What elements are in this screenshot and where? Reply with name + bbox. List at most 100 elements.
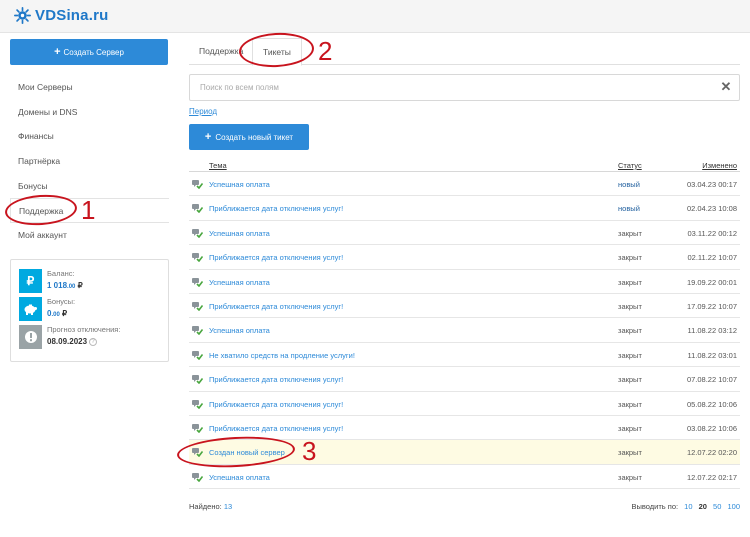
warning-icon <box>19 325 42 349</box>
ticket-changed-date: 02.04.23 10:08 <box>686 204 737 214</box>
table-header: Тема Статус Изменено <box>189 158 740 172</box>
help-icon[interactable]: ? <box>89 337 98 346</box>
balance-cents: .00 <box>67 284 76 290</box>
ticket-subject-link[interactable]: Успешная оплата <box>209 326 270 335</box>
create-server-label: Создать Сервер <box>63 47 124 57</box>
shutdown-label: Прогноз отключения: <box>47 325 121 334</box>
logo-text: VDSina.ru <box>35 7 109 24</box>
per-page-10[interactable]: 10 <box>684 502 692 511</box>
table-row[interactable]: Успешная оплата закрыт 12.07.22 02:17 <box>189 465 740 490</box>
ruble-icon: ₽ <box>19 269 42 293</box>
balance-currency: ₽ <box>77 281 83 290</box>
search-input[interactable] <box>190 75 690 100</box>
ticket-subject-link[interactable]: Успешная оплата <box>209 180 270 189</box>
table-row[interactable]: Приближается дата отключения услуг! закры… <box>189 367 740 392</box>
balance-main: 1 018 <box>47 281 68 290</box>
ticket-status: закрыт <box>618 277 642 287</box>
table-row[interactable]: Приближается дата отключения услуг! новый… <box>189 196 740 221</box>
per-page-label: Выводить по: <box>631 502 679 511</box>
bonus-value: 0.00 ₽ <box>47 309 67 318</box>
ticket-changed-date: 11.08.22 03:01 <box>687 350 738 360</box>
piggy-bank-icon <box>19 297 42 321</box>
ticket-subject-link[interactable]: Не хватило средств на продление услуги! <box>209 351 355 360</box>
per-page-50[interactable]: 50 <box>713 502 721 511</box>
sidebar-item-partners[interactable]: Партнёрка <box>10 149 169 174</box>
ticket-icon <box>192 326 203 336</box>
ticket-icon <box>192 301 203 311</box>
ticket-changed-date: 03.08.22 10:06 <box>686 423 737 433</box>
annotation-number-2: 2 <box>318 36 333 66</box>
ticket-subject-link[interactable]: Успешная оплата <box>209 229 270 238</box>
ticket-changed-date: 19.09.22 00:01 <box>686 277 737 287</box>
column-status[interactable]: Статус <box>618 161 642 170</box>
bonus-row: Бонусы: 0.00 ₽ <box>19 297 164 321</box>
column-changed[interactable]: Изменено <box>702 161 737 170</box>
balance-row: ₽ Баланс: 1 018.00 ₽ <box>19 269 164 293</box>
ticket-icon <box>192 472 203 482</box>
ticket-status: закрыт <box>618 350 642 360</box>
ticket-changed-date: 03.04.23 00:17 <box>686 180 737 189</box>
period-link[interactable]: Период <box>189 107 217 116</box>
ticket-subject-link[interactable]: Приближается дата отключения услуг! <box>209 400 343 409</box>
close-icon[interactable]: ✕ <box>720 80 732 93</box>
sidebar-item-domains[interactable]: Домены и DNS <box>10 100 169 125</box>
found-number: 13 <box>223 502 233 511</box>
ticket-icon <box>192 277 203 287</box>
ticket-status: закрыт <box>618 228 642 238</box>
ticket-status: закрыт <box>618 423 642 433</box>
sidebar-item-account[interactable]: Мой аккаунт <box>10 223 169 248</box>
top-bar: VDSina.ru <box>0 0 750 33</box>
sidebar-item-servers[interactable]: Мои Серверы <box>10 75 169 100</box>
ticket-changed-date: 11.08.22 03:12 <box>687 326 738 336</box>
ticket-status: закрыт <box>618 399 642 409</box>
ticket-changed-date: 07.08.22 10:07 <box>686 375 737 385</box>
logo-icon <box>14 7 31 24</box>
table-row[interactable]: Не хватило средств на продление услуги! з… <box>189 343 740 368</box>
new-ticket-label: Создать новый тикет <box>215 132 294 142</box>
table-row[interactable]: Приближается дата отключения услуг! закры… <box>189 416 740 441</box>
ticket-subject-link[interactable]: Приближается дата отключения услуг! <box>209 375 343 384</box>
ticket-icon <box>192 204 203 214</box>
sidebar-item-finance[interactable]: Финансы <box>10 124 169 149</box>
ticket-subject-link[interactable]: Успешная оплата <box>209 278 270 287</box>
annotation-number-3: 3 <box>302 436 317 466</box>
ticket-icon <box>192 253 203 263</box>
ticket-changed-date: 12.07.22 02:20 <box>686 448 737 458</box>
ticket-status: новый <box>618 180 640 189</box>
table-row[interactable]: Успешная оплата закрыт 03.11.22 00:12 <box>189 221 740 246</box>
ticket-status: закрыт <box>618 472 642 482</box>
ticket-subject-link[interactable]: Приближается дата отключения услуг! <box>209 253 343 262</box>
per-page-100[interactable]: 100 <box>727 502 740 511</box>
shutdown-date-value: 08.09.2023 <box>47 337 88 346</box>
table-row[interactable]: Успешная оплата новый 03.04.23 00:17 <box>189 172 740 197</box>
table-row[interactable]: Приближается дата отключения услуг! закры… <box>189 294 740 319</box>
per-page-20[interactable]: 20 <box>699 502 707 511</box>
search-box: ✕ <box>189 74 740 101</box>
table-row[interactable]: Приближается дата отключения услуг! закры… <box>189 392 740 416</box>
table-row[interactable]: Приближается дата отключения услуг! закры… <box>189 245 740 270</box>
ticket-subject-link[interactable]: Приближается дата отключения услуг! <box>209 204 343 213</box>
new-ticket-button[interactable]: + Создать новый тикет <box>189 124 309 150</box>
ticket-subject-link[interactable]: Приближается дата отключения услуг! <box>209 424 343 433</box>
ticket-icon <box>192 180 203 189</box>
tab-support[interactable]: Поддержка <box>199 38 243 65</box>
plus-icon: + <box>204 131 212 143</box>
create-server-button[interactable]: + Создать Сервер <box>10 39 168 65</box>
found-label: Найдено: <box>189 502 222 511</box>
table-row[interactable]: Успешная оплата закрыт 11.08.22 03:12 <box>189 318 740 343</box>
balance-label: Баланс: <box>47 269 75 278</box>
logo[interactable]: VDSina.ru <box>14 7 108 24</box>
ticket-status: новый <box>618 204 640 214</box>
ticket-status: закрыт <box>618 448 642 458</box>
shutdown-date: 08.09.2023? <box>47 337 98 346</box>
ticket-changed-date: 17.09.22 10:07 <box>686 301 737 311</box>
column-subject[interactable]: Тема <box>209 161 227 170</box>
ticket-status: закрыт <box>618 326 642 336</box>
found-count: Найдено: 13 <box>189 502 232 511</box>
ticket-subject-link[interactable]: Приближается дата отключения услуг! <box>209 302 343 311</box>
ticket-subject-link[interactable]: Успешная оплата <box>209 473 270 482</box>
bonus-currency: ₽ <box>62 309 68 318</box>
table-row[interactable]: Успешная оплата закрыт 19.09.22 00:01 <box>189 270 740 294</box>
ticket-changed-date: 02.11.22 10:07 <box>687 253 738 263</box>
balance-card: ₽ Баланс: 1 018.00 ₽ Бонусы: 0.00 ₽ Прог… <box>10 259 169 362</box>
